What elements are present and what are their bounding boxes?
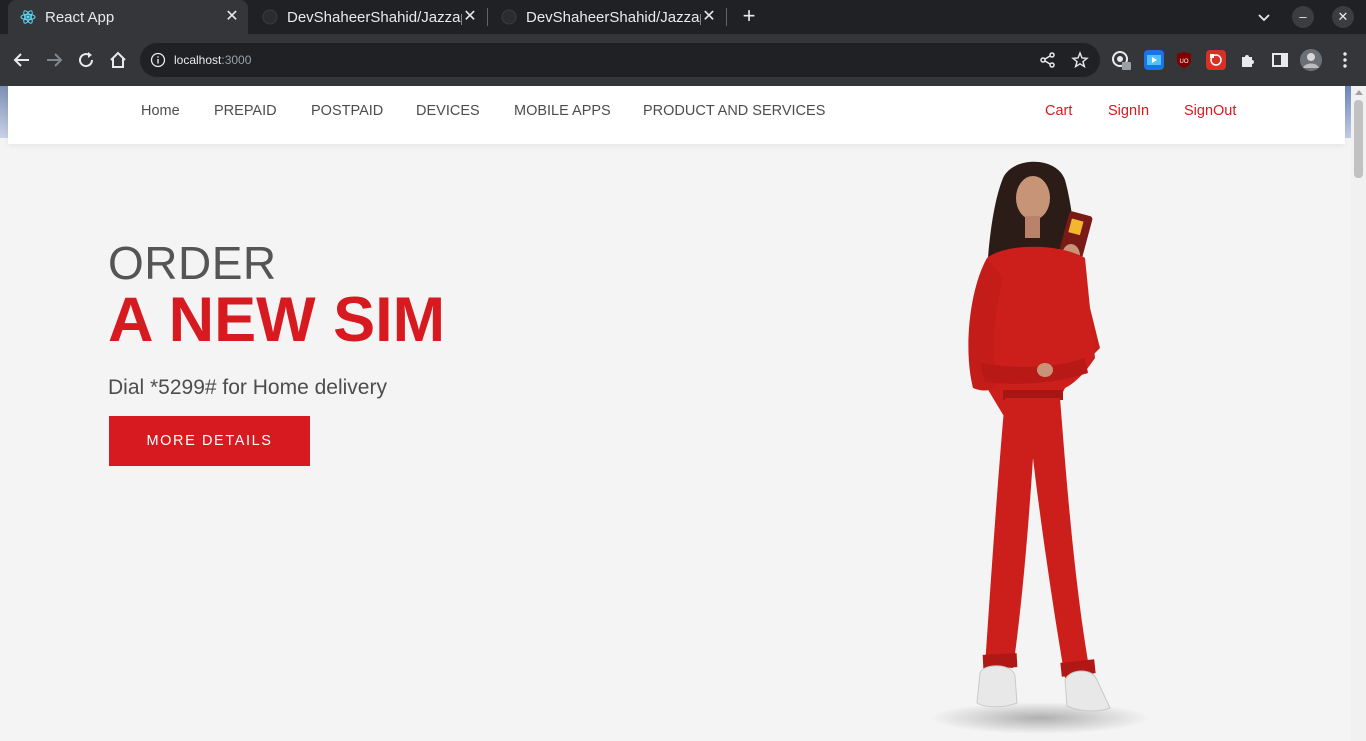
tab-separator <box>726 8 727 26</box>
github-icon <box>262 9 278 25</box>
extension-chrome-icon[interactable] <box>1111 50 1131 70</box>
chevron-down-icon[interactable] <box>1254 7 1274 27</box>
nav-cart[interactable]: Cart <box>1045 103 1072 119</box>
page-viewport: Home PREPAID POSTPAID DEVICES MOBILE APP… <box>0 86 1351 741</box>
ublock-icon[interactable]: UO <box>1174 50 1194 70</box>
nav-home[interactable]: Home <box>141 103 180 119</box>
more-details-button[interactable]: MORE DETAILS <box>109 416 310 466</box>
hero-heading-order: ORDER <box>108 237 277 289</box>
close-tab-icon[interactable]: ✕ <box>462 9 478 25</box>
forward-icon[interactable] <box>42 48 66 72</box>
nav-signin[interactable]: SignIn <box>1108 103 1149 119</box>
tab-github-2[interactable]: DevShaheerShahid/Jazzap ✕ <box>489 0 725 34</box>
tab-react-app[interactable]: React App ✕ <box>8 0 248 34</box>
tab-title: React App <box>45 8 115 26</box>
site-navbar: Home PREPAID POSTPAID DEVICES MOBILE APP… <box>8 86 1345 144</box>
hero-subtitle: Dial *5299# for Home delivery <box>108 376 387 399</box>
hero-heading-new-sim: A NEW SIM <box>108 285 446 355</box>
url-port: :3000 <box>221 53 252 67</box>
home-icon[interactable] <box>106 48 130 72</box>
close-tab-icon[interactable]: ✕ <box>224 9 240 25</box>
tab-title: DevShaheerShahid/Jazzap <box>526 8 701 26</box>
extension-red-icon[interactable] <box>1206 50 1226 70</box>
nav-devices[interactable]: DEVICES <box>416 103 480 119</box>
reload-icon[interactable] <box>74 48 98 72</box>
side-panel-icon[interactable] <box>1270 50 1290 70</box>
address-bar[interactable]: localhost:3000 <box>140 43 1100 77</box>
scroll-up-icon[interactable] <box>1355 90 1363 95</box>
new-tab-icon[interactable]: + <box>737 5 761 29</box>
page-scrollbar[interactable] <box>1351 86 1366 741</box>
info-icon[interactable] <box>150 52 166 68</box>
share-icon[interactable] <box>1036 48 1060 72</box>
url-text: localhost:3000 <box>174 53 251 67</box>
nav-mobile-apps[interactable]: MOBILE APPS <box>514 103 611 119</box>
browser-toolbar: localhost:3000 UO <box>0 34 1366 86</box>
bookmark-star-icon[interactable] <box>1068 48 1092 72</box>
nav-postpaid[interactable]: POSTPAID <box>311 103 383 119</box>
close-window-icon[interactable]: ✕ <box>1332 6 1354 28</box>
tab-github-1[interactable]: DevShaheerShahid/Jazzap ✕ <box>250 0 486 34</box>
tab-strip: React App ✕ DevShaheerShahid/Jazzap ✕ De… <box>0 0 1366 34</box>
back-icon[interactable] <box>10 48 34 72</box>
extension-screen-icon[interactable] <box>1144 50 1164 70</box>
github-icon <box>501 9 517 25</box>
nav-signout[interactable]: SignOut <box>1184 103 1236 119</box>
url-host: localhost <box>174 53 222 67</box>
minimize-icon[interactable]: – <box>1292 6 1314 28</box>
react-icon <box>20 9 36 25</box>
extensions-puzzle-icon[interactable] <box>1238 50 1258 70</box>
scrollbar-thumb[interactable] <box>1354 100 1363 178</box>
svg-text:UO: UO <box>1180 59 1189 65</box>
menu-kebab-icon[interactable] <box>1333 48 1357 72</box>
nav-product-and-services[interactable]: PRODUCT AND SERVICES <box>643 103 825 119</box>
profile-avatar[interactable] <box>1300 49 1322 71</box>
left-edge-decoration <box>0 86 8 138</box>
tab-title: DevShaheerShahid/Jazzap <box>287 8 462 26</box>
tab-separator <box>487 8 488 26</box>
nav-prepaid[interactable]: PREPAID <box>214 103 277 119</box>
close-tab-icon[interactable]: ✕ <box>701 9 717 25</box>
hero-model-image <box>930 161 1150 734</box>
